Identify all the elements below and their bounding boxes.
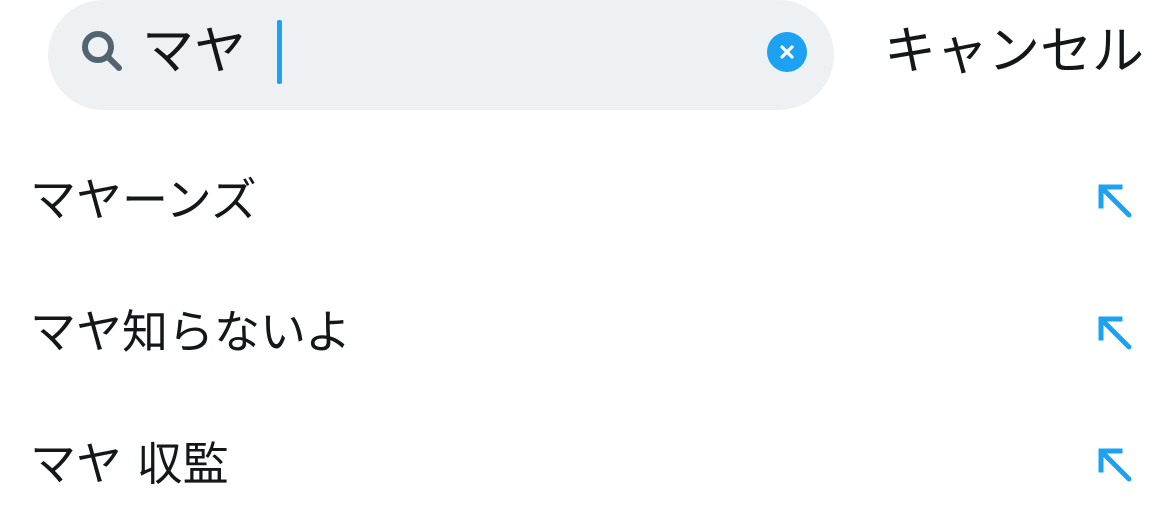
- suggestion-label: マヤ 収監: [30, 437, 229, 491]
- clear-search-button[interactable]: [767, 32, 807, 72]
- search-input[interactable]: マヤ: [142, 20, 246, 84]
- close-icon: [780, 45, 794, 59]
- suggestion-item[interactable]: マヤーンズ: [0, 152, 1170, 252]
- suggestion-item[interactable]: マヤ知らないよ: [0, 284, 1170, 384]
- cancel-button[interactable]: キャンセル: [884, 20, 1144, 84]
- suggestion-label: マヤ知らないよ: [30, 305, 352, 359]
- fill-query-arrow-icon[interactable]: [1094, 444, 1134, 484]
- fill-query-arrow-icon[interactable]: [1094, 180, 1134, 220]
- suggestion-item[interactable]: マヤ 収監: [0, 416, 1170, 516]
- text-caret: [277, 20, 282, 84]
- search-icon: [82, 31, 122, 71]
- fill-query-arrow-icon[interactable]: [1094, 312, 1134, 352]
- suggestion-label: マヤーンズ: [30, 173, 257, 227]
